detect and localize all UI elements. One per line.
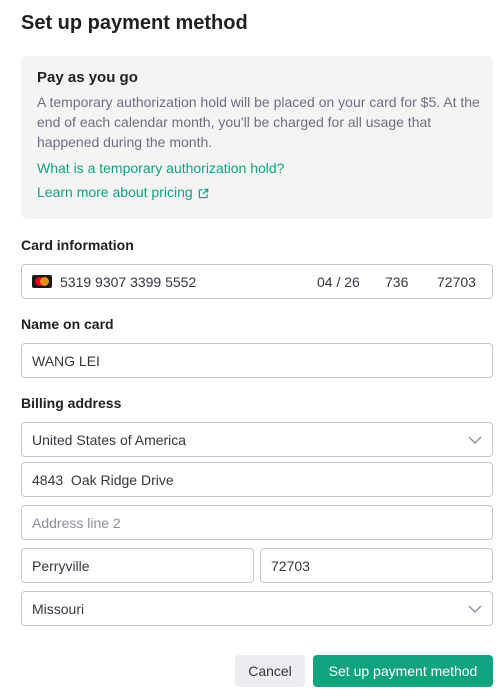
country-select[interactable]: United States of America (21, 422, 493, 457)
postal-code-input[interactable] (271, 557, 482, 574)
external-link-icon (198, 188, 208, 199)
cancel-button[interactable]: Cancel (235, 655, 305, 687)
card-information-field[interactable]: 5319 9307 3399 5552 04 / 26 736 72703 (21, 264, 493, 299)
set-up-payment-method-button[interactable]: Set up payment method (313, 655, 493, 687)
card-information-label: Card information (21, 237, 134, 253)
card-expiry-input[interactable]: 04 / 26 (317, 274, 365, 290)
billing-address-label: Billing address (21, 395, 122, 411)
state-value: Missouri (32, 600, 85, 617)
pay-as-you-go-info-box: Pay as you go A temporary authorization … (21, 56, 493, 219)
city-field[interactable] (21, 548, 254, 583)
authorization-hold-link[interactable]: What is a temporary authorization hold? (37, 158, 477, 178)
card-cvc-input[interactable]: 736 (385, 274, 425, 290)
name-on-card-input[interactable] (32, 352, 482, 369)
state-select[interactable]: Missouri (21, 591, 493, 626)
pricing-link-label: Learn more about pricing (37, 184, 193, 200)
chevron-down-icon (468, 436, 482, 444)
mastercard-icon (32, 275, 52, 288)
address-line1-field[interactable] (21, 462, 493, 497)
card-number-input[interactable]: 5319 9307 3399 5552 (60, 274, 317, 290)
info-description: A temporary authorization hold will be p… (37, 94, 480, 150)
country-value: United States of America (32, 431, 187, 448)
name-on-card-field[interactable] (21, 343, 493, 378)
page-title: Set up payment method (21, 12, 248, 34)
chevron-down-icon (468, 605, 482, 613)
authorization-hold-link-label: What is a temporary authorization hold? (37, 160, 285, 176)
address-line1-input[interactable] (32, 471, 482, 488)
city-input[interactable] (32, 557, 243, 574)
info-title: Pay as you go (37, 69, 138, 86)
address-line2-field[interactable] (21, 505, 493, 540)
address-line2-input[interactable] (32, 514, 482, 531)
card-zip-input[interactable]: 72703 (437, 274, 482, 290)
name-on-card-label: Name on card (21, 316, 114, 332)
pricing-link[interactable]: Learn more about pricing (37, 182, 477, 202)
postal-code-field[interactable] (260, 548, 493, 583)
